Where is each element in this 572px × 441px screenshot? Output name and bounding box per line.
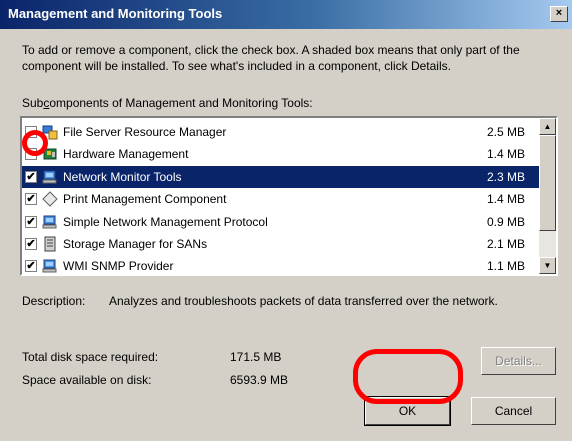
item-size: 1.1 MB [486, 259, 525, 274]
item-name: Print Management Component [63, 192, 227, 207]
file-server-icon [42, 124, 58, 140]
list-item[interactable]: ✔ Print Management Component 1.4 MB [22, 188, 539, 210]
ok-button[interactable]: OK [364, 396, 451, 426]
instruction-text: To add or remove a component, click the … [22, 43, 520, 73]
list-item[interactable]: ✔ WMI SNMP Provider 1.1 MB [22, 255, 539, 274]
description-text: Analyzes and troubleshoots packets of da… [109, 294, 498, 308]
title-bar[interactable]: Management and Monitoring Tools × [0, 0, 572, 29]
list-item[interactable]: ✔ Storage Manager for SANs 2.1 MB [22, 233, 539, 255]
storage-icon [42, 236, 58, 252]
list-item[interactable]: File Server Resource Manager 2.5 MB [22, 121, 539, 143]
hardware-board-icon [42, 146, 58, 162]
item-checkbox[interactable]: ✔ [25, 170, 37, 183]
list-item[interactable]: Hardware Management 1.4 MB [22, 143, 539, 165]
scroll-down-button[interactable]: ▼ [539, 257, 556, 274]
item-name: Storage Manager for SANs [63, 236, 208, 251]
item-size: 1.4 MB [486, 147, 525, 162]
dialog-title: Management and Monitoring Tools [8, 6, 223, 21]
item-name: Hardware Management [63, 147, 189, 162]
list-item[interactable]: ✔ Simple Network Management Protocol 0.9 M… [22, 211, 539, 233]
item-checkbox[interactable] [25, 126, 37, 138]
item-checkbox[interactable]: ✔ [25, 193, 37, 206]
network-computer-icon [42, 214, 58, 230]
disk-available-value: 6593.9 MB [230, 373, 289, 387]
list-item[interactable]: ✔ Network Monitor Tools 2.3 MB [22, 165, 539, 189]
item-size: 2.1 MB [486, 236, 525, 251]
scroll-up-button[interactable]: ▲ [539, 118, 556, 135]
close-button[interactable]: × [550, 6, 568, 22]
disk-required-value: 171.5 MB [230, 350, 282, 364]
diamond-icon [42, 191, 58, 207]
description-label: Description: [22, 294, 86, 308]
item-name: Network Monitor Tools [63, 169, 182, 184]
item-name: WMI SNMP Provider [63, 259, 174, 274]
item-size: 1.4 MB [486, 192, 525, 207]
item-checkbox[interactable] [25, 148, 37, 161]
network-computer-icon [42, 169, 58, 185]
vertical-scrollbar[interactable]: ▲ ▼ [539, 118, 556, 274]
subcomponents-label: Subcomponents of Management and Monitori… [22, 96, 313, 110]
disk-required-label: Total disk space required: [22, 350, 159, 364]
annotation-highlight [353, 349, 463, 404]
item-checkbox[interactable]: ✔ [25, 260, 37, 273]
item-size: 0.9 MB [486, 214, 525, 229]
item-checkbox[interactable]: ✔ [25, 215, 37, 228]
item-size: 2.5 MB [486, 125, 525, 139]
close-icon: × [555, 7, 563, 19]
cancel-button[interactable]: Cancel [471, 397, 556, 425]
item-size: 2.3 MB [486, 169, 525, 184]
network-computer-icon [42, 258, 58, 274]
subcomponents-list[interactable]: File Server Resource Manager 2.5 MB Hardwa… [20, 116, 558, 276]
details-button[interactable]: Details... [481, 347, 556, 375]
scroll-thumb[interactable] [539, 135, 556, 231]
disk-available-label: Space available on disk: [22, 373, 152, 387]
item-checkbox[interactable]: ✔ [25, 237, 37, 250]
list-rows: File Server Resource Manager 2.5 MB Hardwa… [22, 121, 539, 274]
item-name: File Server Resource Manager [63, 125, 227, 139]
item-name: Simple Network Management Protocol [63, 214, 268, 229]
dialog-window: Management and Monitoring Tools × To add… [0, 0, 572, 441]
